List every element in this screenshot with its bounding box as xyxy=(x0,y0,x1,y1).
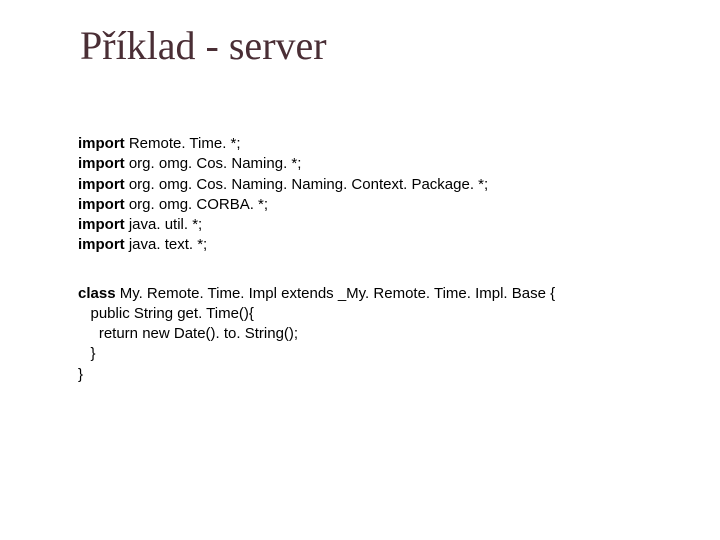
code-text: org. omg. CORBA. *; xyxy=(125,196,268,213)
keyword: import xyxy=(78,196,125,213)
code-line: } xyxy=(78,344,680,364)
code-text: My. Remote. Time. Impl extends _My. Remo… xyxy=(116,285,556,302)
keyword: import xyxy=(78,216,125,233)
slide: Příklad - server import Remote. Time. *;… xyxy=(0,0,720,540)
code-text: org. omg. Cos. Naming. *; xyxy=(125,155,302,172)
code-text: } xyxy=(78,366,83,383)
imports-block: import Remote. Time. *; import org. omg.… xyxy=(78,134,680,256)
code-text: return new Date(). to. String(); xyxy=(78,325,298,342)
keyword: import xyxy=(78,236,125,253)
code-line: import java. util. *; xyxy=(78,215,680,235)
slide-body: import Remote. Time. *; import org. omg.… xyxy=(78,134,680,413)
keyword: class xyxy=(78,285,116,302)
slide-title: Příklad - server xyxy=(80,22,327,69)
code-line: import org. omg. Cos. Naming. *; xyxy=(78,154,680,174)
code-text: java. text. *; xyxy=(125,236,208,253)
keyword: import xyxy=(78,176,125,193)
code-text: Remote. Time. *; xyxy=(125,135,241,152)
code-line: import org. omg. CORBA. *; xyxy=(78,195,680,215)
keyword: import xyxy=(78,135,125,152)
code-line: public String get. Time(){ xyxy=(78,304,680,324)
code-text: public String get. Time(){ xyxy=(78,305,254,322)
code-line: } xyxy=(78,365,680,385)
code-text: } xyxy=(78,345,96,362)
code-line: import org. omg. Cos. Naming. Naming. Co… xyxy=(78,175,680,195)
code-line: import java. text. *; xyxy=(78,235,680,255)
code-text: java. util. *; xyxy=(125,216,203,233)
code-text: org. omg. Cos. Naming. Naming. Context. … xyxy=(125,176,489,193)
class-block: class My. Remote. Time. Impl extends _My… xyxy=(78,284,680,385)
keyword: import xyxy=(78,155,125,172)
code-line: return new Date(). to. String(); xyxy=(78,324,680,344)
code-line: class My. Remote. Time. Impl extends _My… xyxy=(78,284,680,304)
code-line: import Remote. Time. *; xyxy=(78,134,680,154)
